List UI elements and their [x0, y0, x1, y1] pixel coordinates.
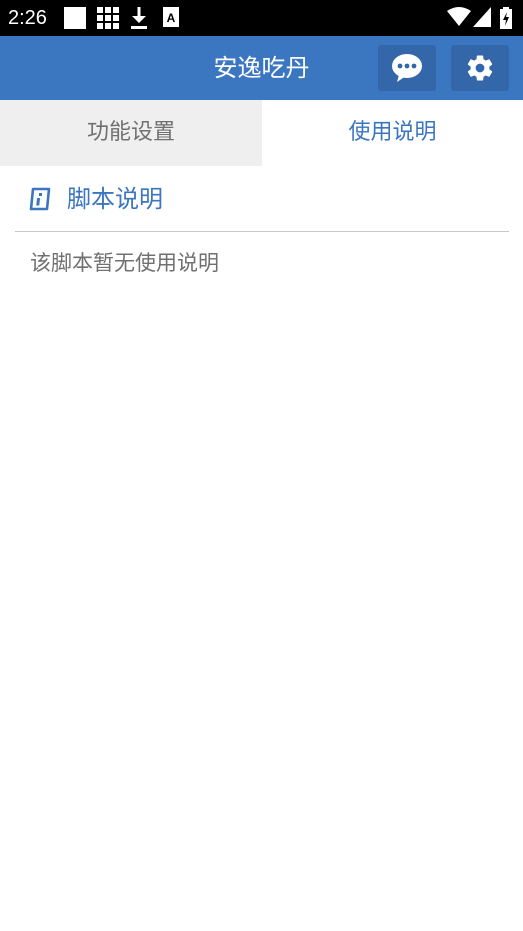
info-icon	[29, 187, 51, 211]
usage-description: 该脚本暂无使用说明	[30, 251, 219, 275]
battery-charging-icon	[500, 7, 512, 29]
wifi-icon	[447, 7, 471, 26]
settings-button[interactable]	[451, 45, 509, 91]
section-title: 脚本说明	[67, 185, 163, 213]
font-a-icon: A	[163, 7, 179, 27]
chat-button[interactable]	[378, 45, 436, 91]
tab-bar: 功能设置 使用说明	[0, 100, 523, 166]
svg-text:A: A	[167, 11, 176, 25]
status-bar: 2:26 A	[0, 0, 523, 36]
signal-icon	[473, 7, 491, 27]
download-icon	[131, 7, 147, 29]
blank-notification-icon	[64, 7, 86, 29]
tab-function-settings[interactable]: 功能设置	[0, 100, 262, 166]
app-title: 安逸吃丹	[213, 54, 310, 82]
gear-icon	[467, 55, 493, 81]
tab-usage-instructions[interactable]: 使用说明	[262, 100, 523, 166]
grid-app-icon	[97, 7, 119, 29]
chat-bubble-icon	[392, 54, 422, 82]
section-header: 脚本说明	[15, 166, 509, 232]
status-time: 2:26	[8, 7, 47, 29]
app-bar: 安逸吃丹	[0, 36, 523, 100]
